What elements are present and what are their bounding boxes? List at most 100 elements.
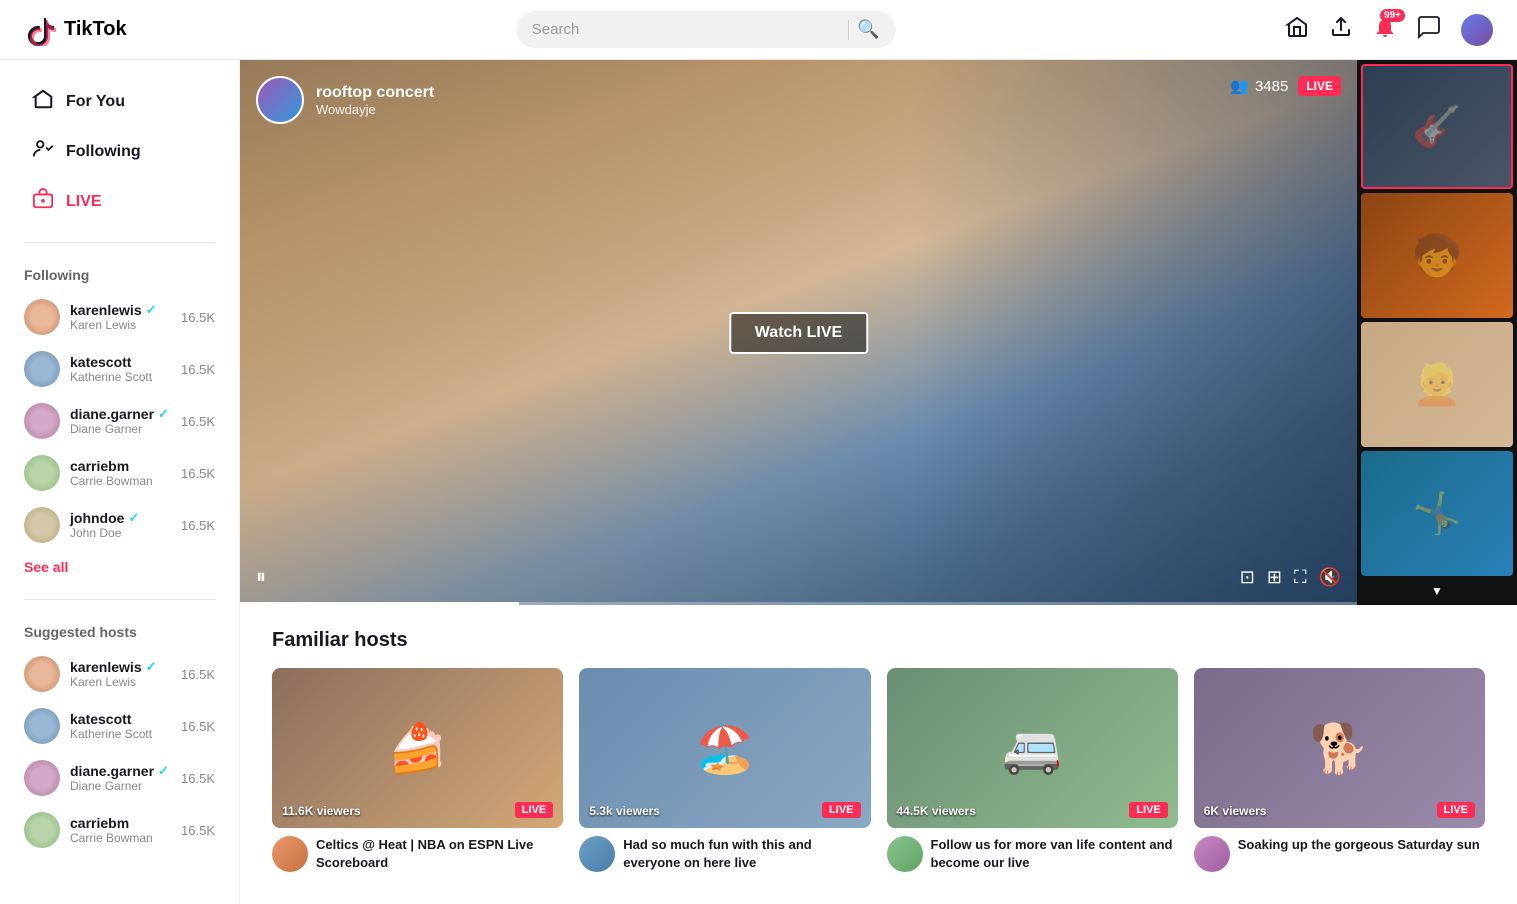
follow-name: diane.garner✓	[70, 763, 169, 779]
follow-count: 16.5K	[181, 771, 215, 786]
verified-icon: ✓	[158, 406, 169, 422]
watch-live-button[interactable]: Watch LIVE	[729, 312, 868, 354]
follow-item-karenlewis[interactable]: karenlewis✓ Karen Lewis 16.5K	[0, 291, 239, 343]
suggested-hosts-title: Suggested hosts	[0, 616, 239, 648]
video-grid: 🍰 11.6K viewers LIVE Celtics @ Heat | NB…	[272, 668, 1485, 880]
sidebar-item-for-you[interactable]: For You	[8, 78, 231, 126]
follow-avatar	[24, 455, 60, 491]
live-overlay-top: rooftop concert Wowdayje	[256, 76, 434, 124]
familiar-hosts-section: Familiar hosts 🍰 11.6K viewers LIVE Celt…	[240, 605, 1517, 904]
follow-count: 16.5K	[181, 362, 215, 377]
thumbnail-3[interactable]: 👱	[1361, 322, 1513, 447]
video-card-4[interactable]: 🐕 6K viewers LIVE Soaking up the gorgeou…	[1194, 668, 1485, 880]
messages-icon[interactable]	[1417, 15, 1441, 45]
thumbnail-2[interactable]: 🧒	[1361, 193, 1513, 318]
viewer-overlay: 44.5K viewers	[897, 804, 976, 818]
verified-icon: ✓	[146, 302, 157, 318]
follow-avatar	[24, 507, 60, 543]
follow-name: karenlewis✓	[70, 302, 157, 318]
video-card-3[interactable]: 🚐 44.5K viewers LIVE Follow us for more …	[887, 668, 1178, 880]
follow-name: katescott	[70, 711, 152, 727]
follow-count: 16.5K	[181, 414, 215, 429]
thumbnail-1[interactable]: 🎸	[1361, 64, 1513, 189]
pip-icon[interactable]: ⊡	[1240, 567, 1255, 588]
follow-handle: Karen Lewis	[70, 318, 157, 332]
follow-count: 16.5K	[181, 310, 215, 325]
suggested-list: karenlewis✓ Karen Lewis 16.5K katescott …	[0, 648, 239, 856]
viewer-count: 👥 3485	[1230, 77, 1288, 95]
video-info: Had so much fun with this and everyone o…	[579, 828, 870, 880]
video-card-2[interactable]: 🏖️ 5.3k viewers LIVE Had so much fun wit…	[579, 668, 870, 880]
search-button[interactable]: 🔍	[857, 19, 879, 40]
video-info: Soaking up the gorgeous Saturday sun	[1194, 828, 1485, 880]
header-icons: 99+	[1285, 14, 1493, 46]
follow-item-dianegarner2[interactable]: diane.garner✓ Diane Garner 16.5K	[0, 752, 239, 804]
thumbnail-scroll-arrow[interactable]: ▼	[1361, 580, 1513, 602]
follow-left: katescott Katherine Scott	[24, 708, 152, 744]
follow-handle: Carrie Bowman	[70, 831, 153, 845]
viewer-overlay: 11.6K viewers	[282, 804, 361, 818]
main-layout: For You Following LIVE	[0, 60, 1517, 904]
video-text: Celtics @ Heat | NBA on ESPN Live Scoreb…	[316, 836, 563, 872]
follow-info: katescott Katherine Scott	[70, 354, 152, 384]
follow-item-karenlewis2[interactable]: karenlewis✓ Karen Lewis 16.5K	[0, 648, 239, 700]
follow-item-johndoe[interactable]: johndoe✓ John Doe 16.5K	[0, 499, 239, 551]
video-avatar	[272, 836, 308, 872]
follow-left: carriebm Carrie Bowman	[24, 455, 153, 491]
follow-info: carriebm Carrie Bowman	[70, 458, 153, 488]
follow-left: diane.garner✓ Diane Garner	[24, 760, 169, 796]
video-info: Celtics @ Heat | NBA on ESPN Live Scoreb…	[272, 828, 563, 880]
follow-name: karenlewis✓	[70, 659, 157, 675]
live-handle: Wowdayje	[316, 102, 434, 117]
video-live-badge: LIVE	[1129, 802, 1167, 818]
video-title: Celtics @ Heat | NBA on ESPN Live Scoreb…	[316, 836, 563, 872]
follow-item-carriebm[interactable]: carriebm Carrie Bowman 16.5K	[0, 447, 239, 499]
follow-avatar	[24, 351, 60, 387]
video-avatar	[887, 836, 923, 872]
follow-item-carriebm2[interactable]: carriebm Carrie Bowman 16.5K	[0, 804, 239, 856]
video-title: Had so much fun with this and everyone o…	[623, 836, 870, 872]
pause-button[interactable]: ⏸	[256, 566, 266, 589]
sidebar-item-following[interactable]: Following	[8, 128, 231, 176]
follow-handle: Diane Garner	[70, 779, 169, 793]
follow-item-katescott[interactable]: katescott Katherine Scott 16.5K	[0, 343, 239, 395]
follow-info: karenlewis✓ Karen Lewis	[70, 302, 157, 332]
notifications-icon[interactable]: 99+	[1373, 15, 1397, 45]
fullscreen-icon[interactable]: ⛶	[1294, 567, 1307, 588]
follow-left: karenlewis✓ Karen Lewis	[24, 299, 157, 335]
video-info: Follow us for more van life content and …	[887, 828, 1178, 880]
see-all-button[interactable]: See all	[0, 551, 239, 583]
search-icon: 🔍	[857, 19, 879, 39]
follow-item-katescott2[interactable]: katescott Katherine Scott 16.5K	[0, 700, 239, 752]
follow-name: diane.garner✓	[70, 406, 169, 422]
video-card-1[interactable]: 🍰 11.6K viewers LIVE Celtics @ Heat | NB…	[272, 668, 563, 880]
sidebar-divider-2	[24, 599, 215, 600]
video-live-badge: LIVE	[1437, 802, 1475, 818]
user-avatar[interactable]	[1461, 14, 1493, 46]
notification-badge: 99+	[1380, 9, 1405, 22]
control-icons: ⊡ ⊞ ⛶ 🔇	[1240, 567, 1341, 588]
upload-icon[interactable]	[1329, 15, 1353, 45]
video-text: Had so much fun with this and everyone o…	[623, 836, 870, 872]
logo[interactable]: TikTok	[24, 14, 127, 46]
search-input[interactable]	[532, 21, 841, 38]
progress-bar	[240, 602, 1357, 605]
follow-handle: Diane Garner	[70, 422, 169, 436]
follow-left: johndoe✓ John Doe	[24, 507, 139, 543]
video-avatar	[579, 836, 615, 872]
follow-item-dianegarner[interactable]: diane.garner✓ Diane Garner 16.5K	[0, 395, 239, 447]
live-nav-icon	[32, 188, 54, 216]
home-icon[interactable]	[1285, 15, 1309, 45]
thumbnail-4[interactable]: 🤸	[1361, 451, 1513, 576]
video-live-badge: LIVE	[822, 802, 860, 818]
following-list: karenlewis✓ Karen Lewis 16.5K katescott …	[0, 291, 239, 551]
sidebar: For You Following LIVE	[0, 60, 240, 904]
mute-icon[interactable]: 🔇	[1319, 567, 1341, 588]
crop-icon[interactable]: ⊞	[1267, 567, 1282, 588]
follow-handle: Carrie Bowman	[70, 474, 153, 488]
sidebar-item-live[interactable]: LIVE	[8, 178, 231, 226]
live-user-info: rooftop concert Wowdayje	[316, 84, 434, 117]
follow-handle: Katherine Scott	[70, 370, 152, 384]
live-label: LIVE	[66, 193, 102, 211]
video-thumbnail: 🚐 44.5K viewers LIVE	[887, 668, 1178, 828]
